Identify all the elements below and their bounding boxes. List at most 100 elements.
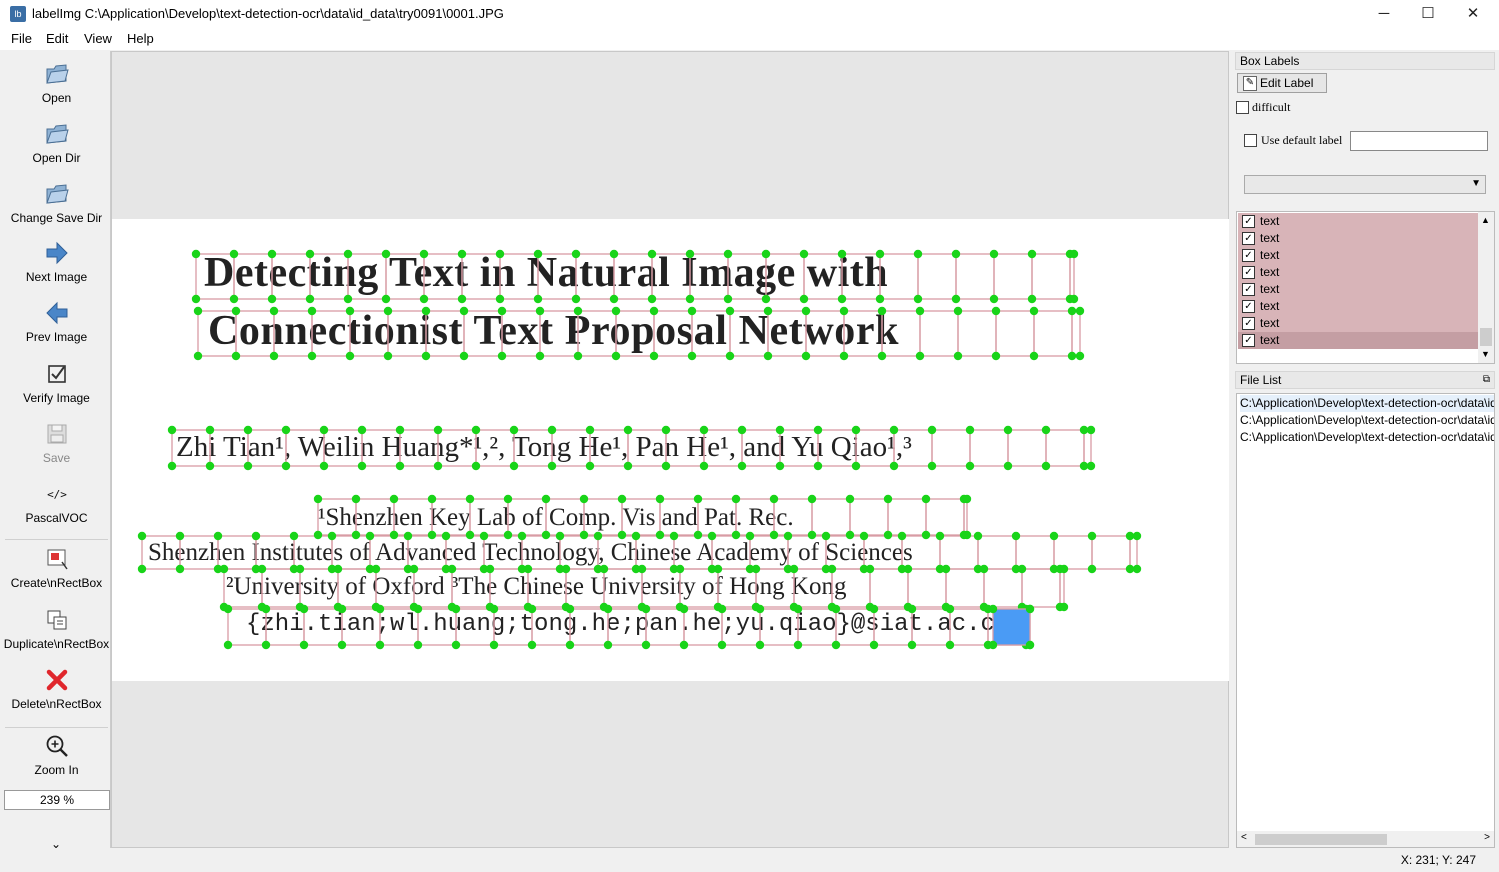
annotation-box[interactable]	[735, 498, 775, 536]
annotation-box[interactable]	[337, 568, 377, 608]
box-vertex[interactable]	[433, 461, 443, 471]
box-vertex[interactable]	[883, 494, 893, 504]
box-vertex[interactable]	[1069, 294, 1079, 304]
box-vertex[interactable]	[497, 306, 507, 316]
box-vertex[interactable]	[243, 461, 253, 471]
box-vertex[interactable]	[281, 425, 291, 435]
annotation-box[interactable]	[659, 498, 699, 536]
annotation-box[interactable]	[575, 253, 615, 300]
annotation-box[interactable]	[793, 568, 833, 608]
box-vertex[interactable]	[229, 294, 239, 304]
box-vertex[interactable]	[523, 564, 533, 574]
box-vertex[interactable]	[251, 531, 261, 541]
menu-edit[interactable]: Edit	[46, 31, 68, 46]
annotation-box[interactable]	[863, 535, 903, 570]
annotation-box[interactable]	[513, 429, 553, 467]
annotation-box[interactable]	[855, 429, 895, 467]
box-vertex[interactable]	[965, 461, 975, 471]
chevron-left-icon[interactable]: <	[1241, 832, 1247, 843]
annotation-box[interactable]	[583, 498, 623, 536]
annotation-box[interactable]	[869, 568, 909, 608]
box-vertex[interactable]	[267, 294, 277, 304]
annotation-box[interactable]	[665, 429, 705, 467]
box-vertex[interactable]	[295, 564, 305, 574]
box-vertex[interactable]	[441, 531, 451, 541]
annotation-box[interactable]	[1059, 568, 1065, 608]
box-vertex[interactable]	[907, 640, 917, 650]
box-vertex[interactable]	[737, 425, 747, 435]
box-vertex[interactable]	[395, 461, 405, 471]
annotation-box[interactable]	[805, 310, 845, 357]
annotation-box[interactable]	[493, 608, 533, 646]
box-vertex[interactable]	[243, 425, 253, 435]
box-vertex[interactable]	[1075, 306, 1085, 316]
box-vertex[interactable]	[807, 494, 817, 504]
box-vertex[interactable]	[649, 306, 659, 316]
box-vertex[interactable]	[205, 461, 215, 471]
box-vertex[interactable]	[375, 604, 385, 614]
box-vertex[interactable]	[962, 530, 972, 540]
box-vertex[interactable]	[167, 461, 177, 471]
annotation-box[interactable]	[955, 253, 995, 300]
annotation-box[interactable]	[689, 253, 729, 300]
box-vertex[interactable]	[175, 564, 185, 574]
box-vertex[interactable]	[333, 564, 343, 574]
box-vertex[interactable]	[775, 425, 785, 435]
box-vertex[interactable]	[693, 494, 703, 504]
annotation-box[interactable]	[209, 429, 249, 467]
box-vertex[interactable]	[1069, 249, 1079, 259]
box-vertex[interactable]	[617, 530, 627, 540]
box-vertex[interactable]	[495, 294, 505, 304]
box-vertex[interactable]	[751, 564, 761, 574]
box-vertex[interactable]	[219, 564, 229, 574]
box-vertex[interactable]	[357, 461, 367, 471]
box-vertex[interactable]	[913, 294, 923, 304]
annotation-box[interactable]	[235, 310, 275, 357]
box-vertex[interactable]	[527, 604, 537, 614]
label-checkbox[interactable]: ✓	[1242, 215, 1255, 228]
annotation-box[interactable]	[925, 498, 965, 536]
annotation-box[interactable]	[233, 253, 273, 300]
box-vertex[interactable]	[1025, 640, 1035, 650]
annotation-box[interactable]	[697, 498, 737, 536]
box-vertex[interactable]	[875, 294, 885, 304]
box-vertex[interactable]	[761, 294, 771, 304]
box-vertex[interactable]	[915, 306, 925, 316]
annotation-box[interactable]	[331, 535, 371, 570]
label-checkbox[interactable]: ✓	[1242, 283, 1255, 296]
box-vertex[interactable]	[1087, 531, 1097, 541]
box-vertex[interactable]	[837, 249, 847, 259]
annotation-box[interactable]	[1129, 535, 1138, 570]
box-vertex[interactable]	[579, 530, 589, 540]
close-button[interactable]: ✕	[1450, 0, 1496, 28]
default-label-input[interactable]	[1350, 131, 1488, 151]
annotation-box[interactable]	[141, 535, 181, 570]
box-vertex[interactable]	[669, 531, 679, 541]
box-vertex[interactable]	[745, 531, 755, 541]
annotation-box[interactable]	[387, 310, 427, 357]
box-vertex[interactable]	[737, 461, 747, 471]
annotation-box[interactable]	[615, 310, 655, 357]
annotation-box[interactable]	[521, 535, 561, 570]
box-vertex[interactable]	[989, 249, 999, 259]
annotation-box[interactable]	[577, 310, 617, 357]
box-vertex[interactable]	[661, 461, 671, 471]
box-vertex[interactable]	[573, 351, 583, 361]
box-vertex[interactable]	[649, 351, 659, 361]
annotation-box[interactable]	[881, 310, 921, 357]
box-vertex[interactable]	[725, 351, 735, 361]
box-vertex[interactable]	[769, 494, 779, 504]
box-vertex[interactable]	[647, 249, 657, 259]
box-vertex[interactable]	[495, 249, 505, 259]
label-list-item[interactable]: ✓ text	[1238, 247, 1478, 264]
box-vertex[interactable]	[988, 640, 998, 650]
box-vertex[interactable]	[927, 461, 937, 471]
box-vertex[interactable]	[223, 604, 233, 614]
annotation-box[interactable]	[727, 253, 767, 300]
annotation-box[interactable]	[255, 535, 295, 570]
box-vertex[interactable]	[193, 306, 203, 316]
annotation-box[interactable]	[1069, 253, 1075, 300]
annotation-box[interactable]	[475, 429, 515, 467]
annotation-box[interactable]	[197, 310, 237, 357]
label-combo-box[interactable]: ▼	[1244, 175, 1486, 194]
